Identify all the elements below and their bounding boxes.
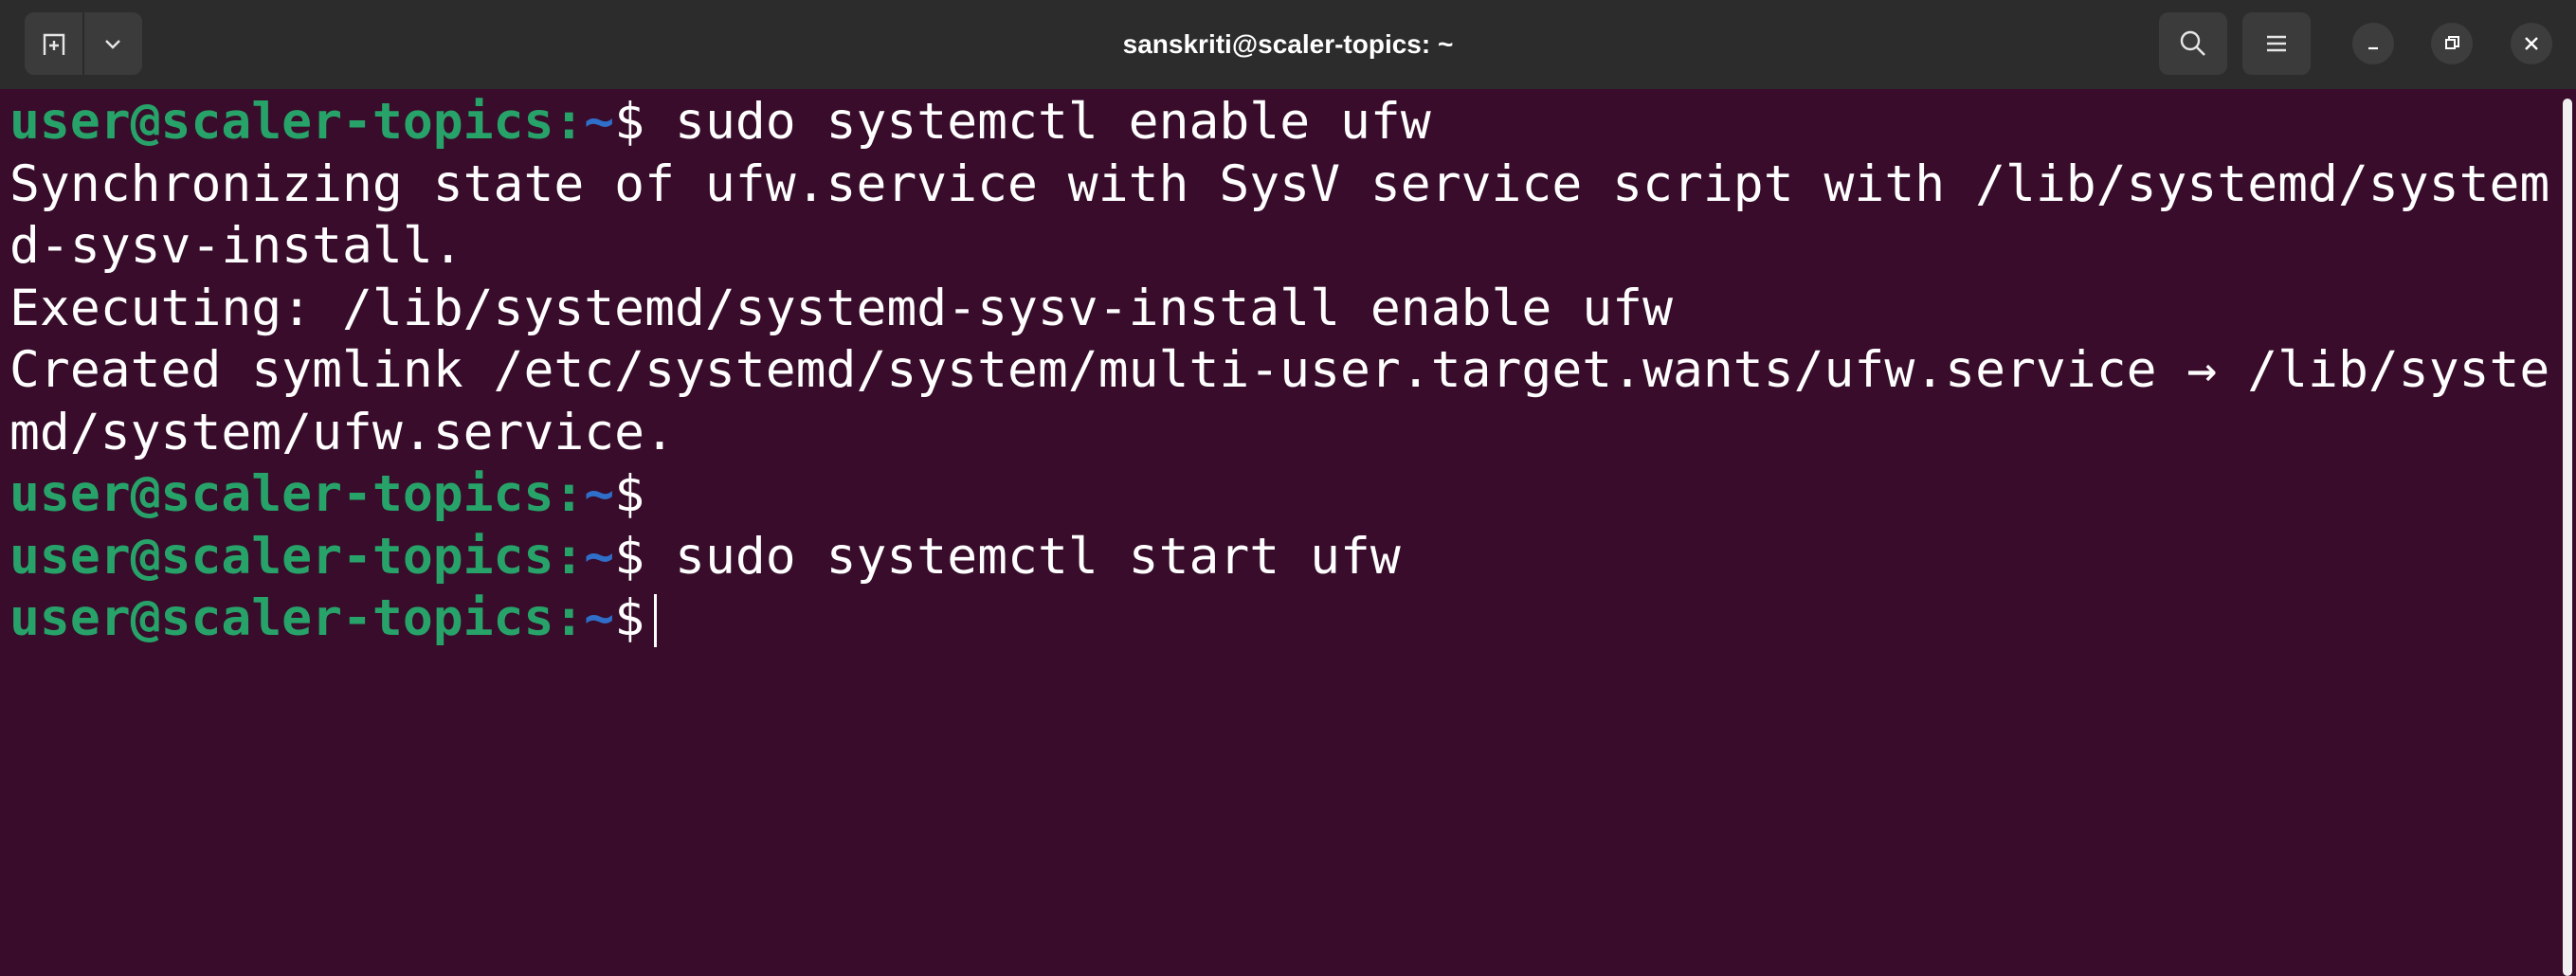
main-menu-button[interactable] — [2242, 12, 2311, 75]
prompt-symbol: $ — [614, 93, 645, 151]
minimize-icon — [2368, 46, 2378, 50]
prompt-user-host: user@scaler-topics — [9, 93, 554, 151]
prompt-symbol: $ — [614, 589, 645, 647]
minimize-button[interactable] — [2352, 23, 2394, 64]
prompt-user-host: user@scaler-topics — [9, 527, 554, 586]
prompt-line: user@scaler-topics:~$ sudo systemctl sta… — [9, 526, 2553, 588]
close-button[interactable] — [2511, 23, 2552, 64]
terminal-window: sanskriti@scaler-topics: ~ user@scaler-t… — [0, 0, 2576, 976]
prompt-separator: : — [553, 93, 585, 151]
close-icon — [2525, 37, 2538, 50]
prompt-path: ~ — [584, 93, 615, 151]
chevron-down-icon — [105, 40, 121, 49]
prompt-separator: : — [553, 589, 585, 647]
prompt-line: user@scaler-topics:~$ — [9, 463, 2553, 526]
output-line: Executing: /lib/systemd/systemd-sysv-ins… — [9, 279, 1673, 337]
prompt-path: ~ — [584, 589, 615, 647]
prompt-symbol: $ — [614, 527, 645, 586]
prompt-user-host: user@scaler-topics — [9, 589, 554, 647]
prompt-line: user@scaler-topics:~$ sudo systemctl ena… — [9, 91, 2553, 154]
prompt-path: ~ — [584, 465, 615, 523]
restore-button[interactable] — [2431, 23, 2473, 64]
new-tab-button-group — [25, 12, 142, 75]
scrollbar[interactable] — [2559, 95, 2576, 976]
prompt-path: ~ — [584, 527, 615, 586]
terminal-output[interactable]: user@scaler-topics:~$ sudo systemctl ena… — [9, 91, 2553, 976]
header-bar: sanskriti@scaler-topics: ~ — [0, 0, 2576, 89]
new-tab-button[interactable] — [25, 12, 82, 75]
output-line: d-sysv-install. — [9, 217, 463, 275]
scrollbar-thumb[interactable] — [2563, 99, 2572, 976]
search-button[interactable] — [2159, 12, 2227, 75]
search-icon — [2180, 30, 2205, 56]
hamburger-menu-icon — [2267, 35, 2286, 52]
output-line: Created symlink /etc/systemd/system/mult… — [9, 341, 2550, 399]
command-text: sudo systemctl enable ufw — [644, 93, 1431, 151]
command-text: sudo systemctl start ufw — [644, 527, 1401, 586]
text-cursor — [654, 594, 658, 648]
output-line: Synchronizing state of ufw.service with … — [9, 154, 2550, 213]
prompt-user-host: user@scaler-topics — [9, 465, 554, 523]
prompt-symbol: $ — [614, 465, 645, 523]
restore-icon — [2445, 36, 2459, 49]
new-tab-icon — [43, 33, 64, 55]
prompt-line-active: user@scaler-topics:~$ — [9, 587, 2553, 650]
tab-menu-button[interactable] — [84, 12, 142, 75]
prompt-separator: : — [553, 527, 585, 586]
output-line: md/system/ufw.service. — [9, 403, 675, 461]
prompt-separator: : — [553, 465, 585, 523]
